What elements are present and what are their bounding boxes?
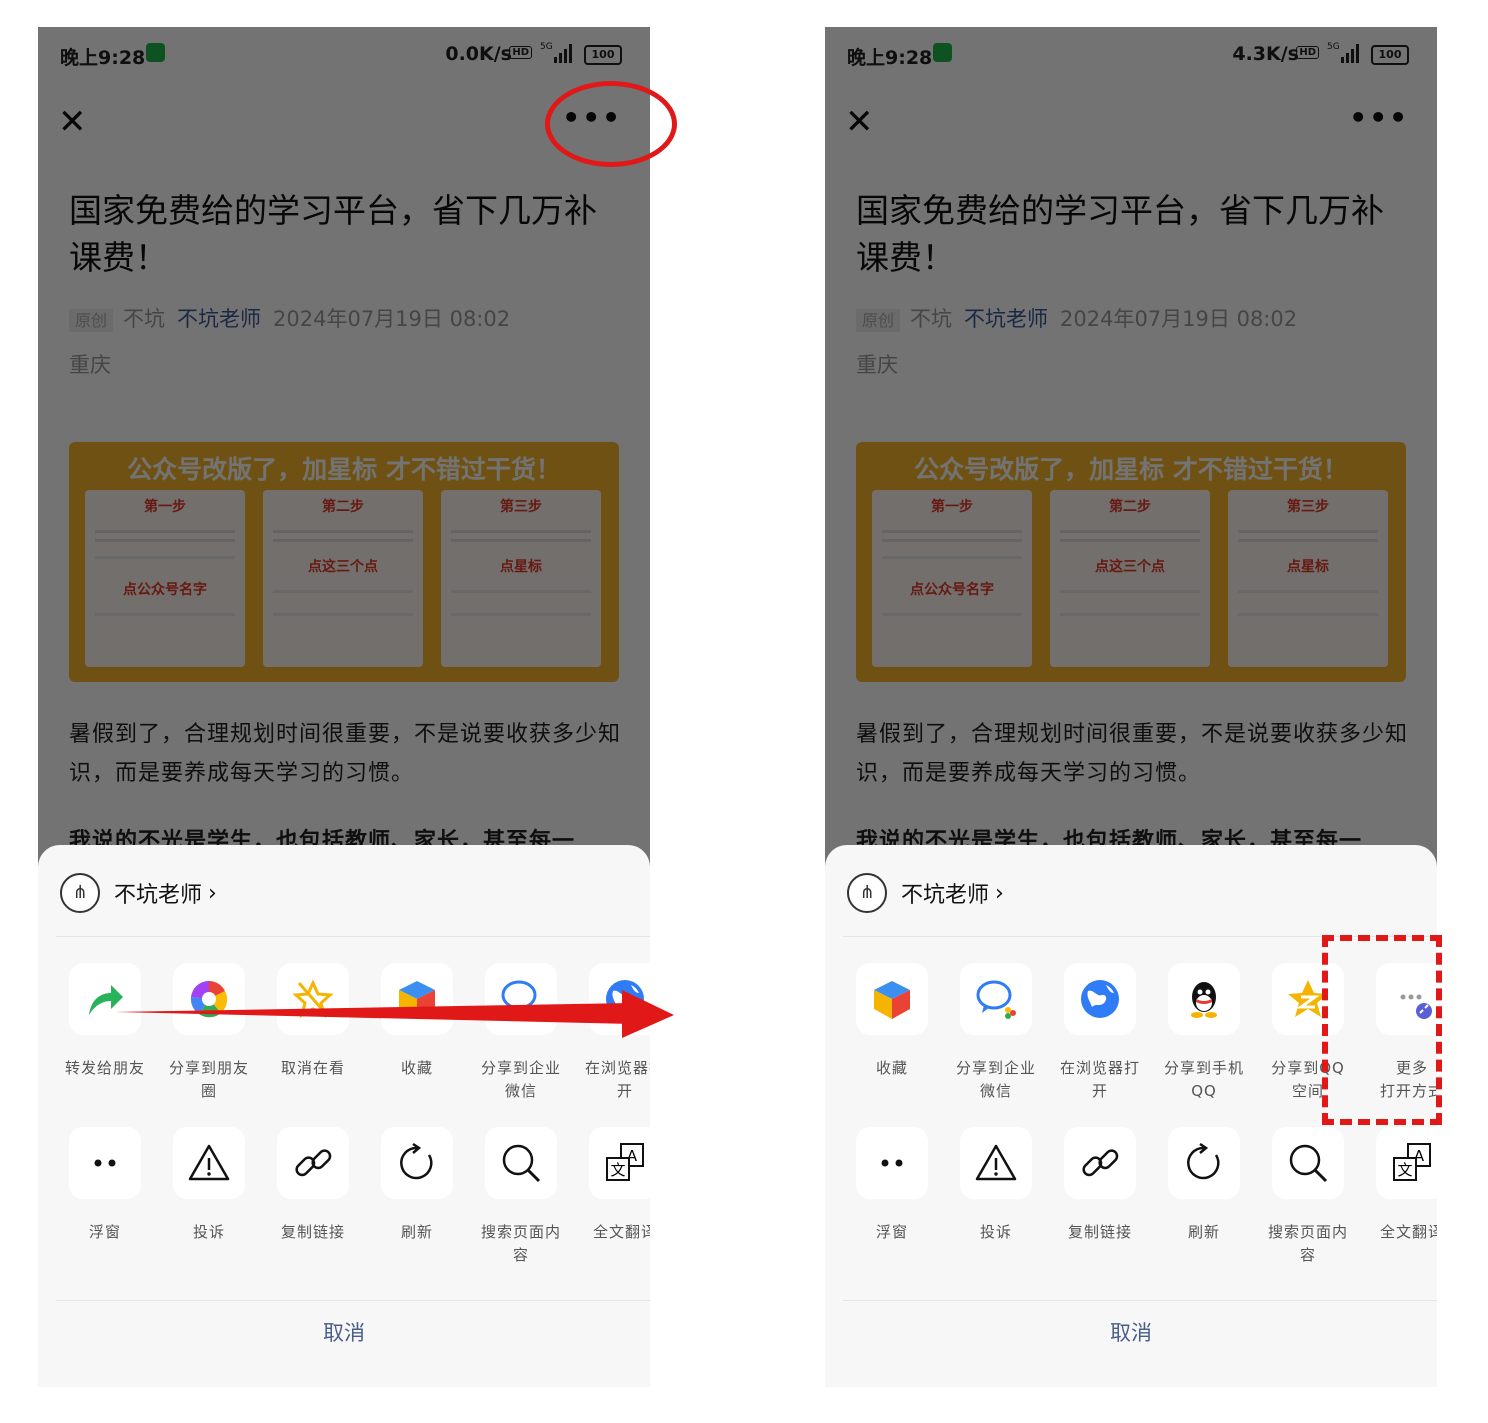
annotation-arrow bbox=[115, 990, 674, 1038]
